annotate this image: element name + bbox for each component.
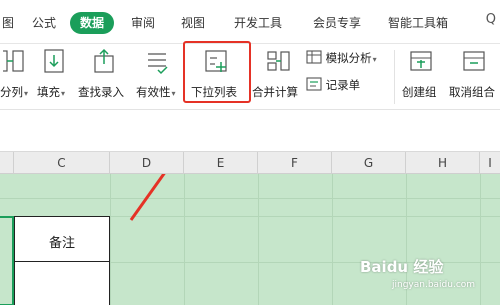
- watermark-url: jingyan.baidu.com: [392, 280, 476, 290]
- ungroup-label: 取消组合: [449, 85, 495, 99]
- validity-icon: [148, 53, 168, 75]
- tab-smart-toolbox[interactable]: 智能工具箱: [388, 12, 448, 34]
- tab-review[interactable]: 审阅: [131, 12, 155, 34]
- dropdown-arrow-icon: ▾: [24, 89, 29, 98]
- fill-label: 填充: [37, 85, 60, 99]
- column-header-g[interactable]: G: [332, 152, 406, 174]
- fill-icon: [44, 49, 64, 73]
- record-form-label: 记录单: [325, 78, 361, 92]
- column-header-e[interactable]: E: [184, 152, 258, 174]
- tab-view[interactable]: 视图: [181, 12, 205, 34]
- record-form-button[interactable]: 记录单: [306, 77, 360, 93]
- consolidate-label: 合并计算: [252, 85, 298, 99]
- what-if-label: 模拟分析: [325, 51, 372, 65]
- formula-bar-area: [0, 110, 500, 152]
- validity-label: 有效性: [136, 85, 171, 99]
- consolidate-button[interactable]: 合并计算: [252, 48, 304, 99]
- column-header-i[interactable]: I: [480, 152, 500, 174]
- highlight-box: [183, 41, 251, 103]
- column-header-d[interactable]: D: [110, 152, 184, 174]
- what-if-analysis-button[interactable]: 模拟分析▾: [306, 50, 377, 66]
- tab-data[interactable]: 数据: [70, 12, 115, 34]
- dropdown-arrow-icon: ▾: [171, 89, 176, 98]
- tab-member[interactable]: 会员专享: [313, 12, 361, 34]
- consolidate-icon: [267, 51, 290, 71]
- tab-formulas[interactable]: 公式: [32, 12, 56, 34]
- find-entry-button[interactable]: 查找录入: [78, 48, 130, 99]
- validity-button[interactable]: 有效性▾: [134, 48, 180, 99]
- menu-tab-bar: 图 公式 数据 审阅 视图 开发工具 会员专享 智能工具箱 Q: [0, 0, 500, 44]
- dropdown-arrow-icon: ▾: [61, 89, 66, 98]
- split-columns-label: 分列: [0, 85, 23, 99]
- ribbon-divider: [394, 50, 395, 104]
- find-entry-label: 查找录入: [78, 85, 124, 99]
- tab-partial[interactable]: 图: [2, 12, 14, 34]
- tab-developer[interactable]: 开发工具: [234, 12, 282, 34]
- more-icon[interactable]: Q: [486, 12, 496, 27]
- split-columns-icon: [3, 50, 24, 72]
- split-columns-button[interactable]: 分列▾: [0, 48, 30, 99]
- find-entry-icon: [94, 48, 114, 73]
- column-header-f[interactable]: F: [258, 152, 332, 174]
- create-group-button[interactable]: 创建组: [400, 48, 442, 99]
- dropdown-arrow-icon: ▾: [372, 55, 377, 64]
- create-group-icon: [410, 51, 432, 71]
- create-group-label: 创建组: [402, 85, 437, 99]
- ungroup-icon: [463, 51, 485, 71]
- column-header-c[interactable]: C: [14, 152, 110, 174]
- fill-button[interactable]: 填充▾: [34, 48, 74, 99]
- column-header-partial[interactable]: [0, 152, 14, 174]
- column-header-row: C D E F G H I: [0, 152, 500, 174]
- record-form-icon: [306, 77, 322, 91]
- watermark-logo: Baidu 经验: [360, 258, 444, 276]
- ungroup-button[interactable]: 取消组合: [448, 48, 500, 99]
- what-if-icon: [306, 50, 322, 64]
- column-header-h[interactable]: H: [406, 152, 480, 174]
